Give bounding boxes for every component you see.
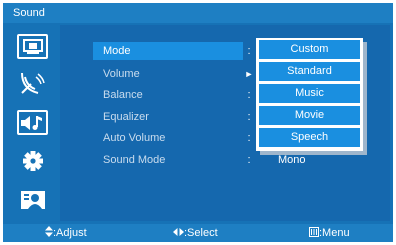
dropdown-option-movie[interactable]: Movie xyxy=(259,106,360,125)
adjust-hint: :Adjust xyxy=(45,226,87,240)
menu-row-label: Auto Volume xyxy=(103,132,166,144)
menu-row-arrow-icon: ► xyxy=(244,69,254,79)
select-hint: :Select xyxy=(173,226,218,240)
up-down-arrows-icon xyxy=(45,226,53,237)
adjust-label: :Adjust xyxy=(53,227,87,239)
sidebar-item-picture[interactable] xyxy=(17,34,48,59)
select-label: :Select xyxy=(184,227,218,239)
menu-row-equalizer[interactable]: Equalizer xyxy=(93,108,243,126)
sidebar-item-setup[interactable] xyxy=(17,148,48,173)
menu-row-auto-volume[interactable]: Auto Volume xyxy=(93,129,243,147)
menu-label: :Menu xyxy=(319,227,350,239)
left-right-arrows-icon xyxy=(173,228,184,236)
menu-row-volume[interactable]: Volume xyxy=(93,65,243,83)
footer-hint-bar: :Adjust :Select :Menu xyxy=(3,224,393,242)
menu-hint: :Menu xyxy=(309,226,350,240)
dropdown-option-speech[interactable]: Speech xyxy=(259,128,360,147)
sidebar-item-channel[interactable] xyxy=(17,71,48,96)
gear-icon xyxy=(22,150,43,171)
satellite-dish-icon xyxy=(20,72,45,94)
menu-row-sound-mode[interactable]: Sound Mode xyxy=(93,151,243,169)
sidebar-item-lock[interactable] xyxy=(17,187,48,212)
menu-row-balance[interactable]: Balance xyxy=(93,86,243,104)
mode-dropdown: Custom Standard Music Movie Speech xyxy=(256,38,363,151)
menu-row-separator: : xyxy=(247,89,251,101)
title-bar: Sound xyxy=(3,3,393,23)
sidebar-item-sound[interactable] xyxy=(17,110,48,135)
sidebar xyxy=(3,25,58,221)
picture-icon xyxy=(22,39,43,54)
menu-title: Sound xyxy=(13,7,45,19)
menu-row-label: Balance xyxy=(103,89,143,101)
menu-row-separator: : xyxy=(247,154,251,166)
menu-row-separator: : xyxy=(247,45,251,57)
dropdown-option-music[interactable]: Music xyxy=(259,84,360,103)
sound-icon xyxy=(20,115,42,130)
menu-row-separator: : xyxy=(247,111,251,123)
menu-key-icon xyxy=(309,227,319,237)
menu-row-label: Mode xyxy=(103,45,131,57)
menu-row-label: Volume xyxy=(103,68,140,80)
dropdown-option-custom[interactable]: Custom xyxy=(259,40,360,59)
tv-sound-menu-screen: Sound Mode: Volume ► Balance: Equalize… xyxy=(0,0,396,245)
menu-row-label: Sound Mode xyxy=(103,154,166,166)
menu-row-separator: : xyxy=(247,132,251,144)
menu-row-label: Equalizer xyxy=(103,111,149,123)
menu-row-mode[interactable]: Mode xyxy=(93,42,243,60)
dropdown-option-standard[interactable]: Standard xyxy=(259,62,360,81)
user-icon xyxy=(20,190,45,209)
